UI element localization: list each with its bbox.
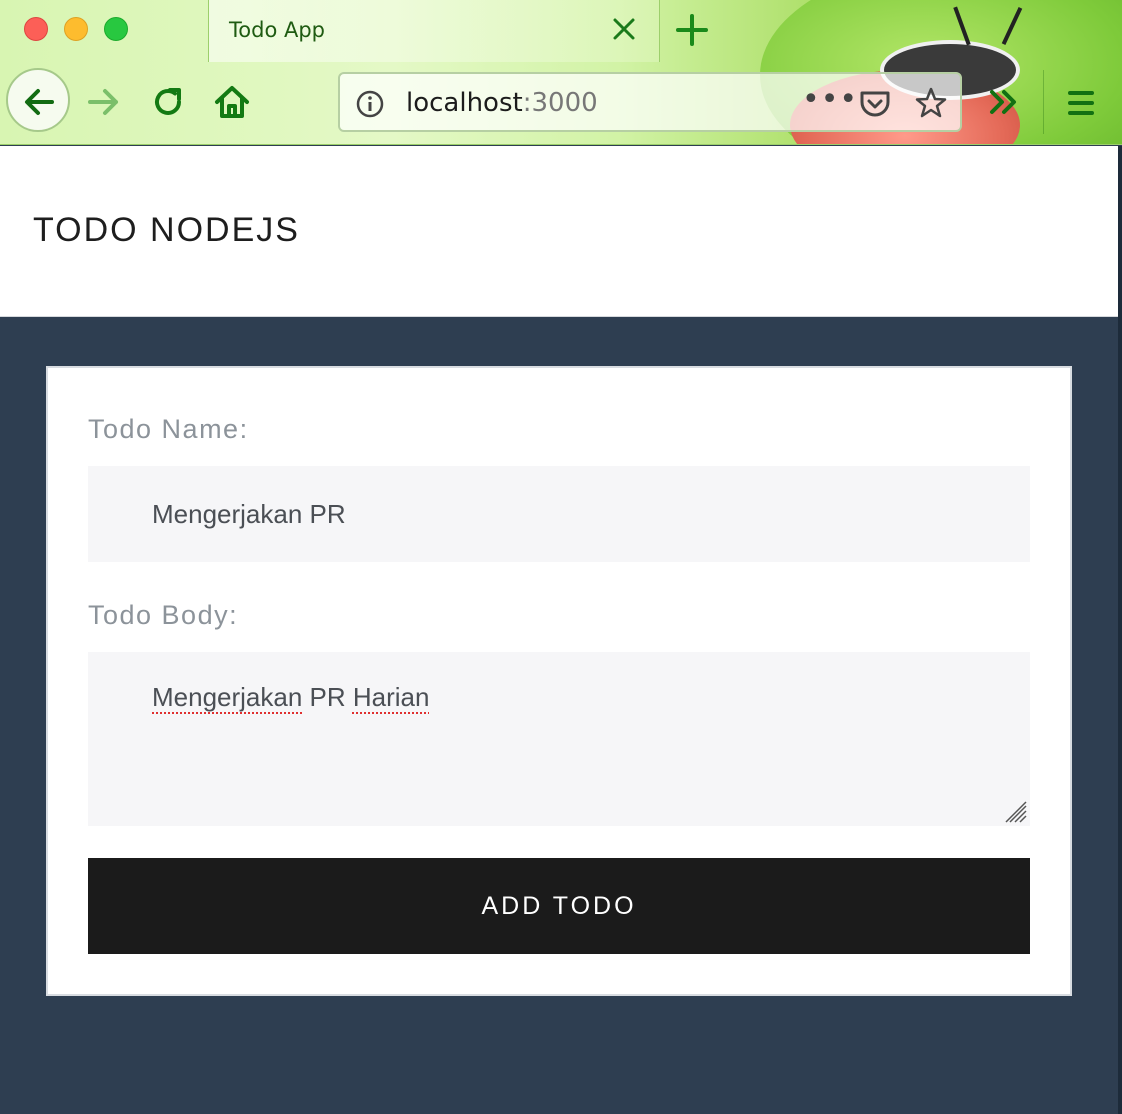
forward-arrow-icon[interactable] <box>84 82 124 122</box>
hamburger-menu-icon[interactable] <box>1062 84 1102 124</box>
window-close-button[interactable] <box>24 17 48 41</box>
window-minimize-button[interactable] <box>64 17 88 41</box>
textarea-word: Mengerjakan <box>152 682 303 712</box>
page-title: TODO NODEJS <box>33 211 300 249</box>
resize-grip-icon[interactable] <box>1004 800 1028 824</box>
tab-todo-app[interactable]: Todo App <box>208 0 660 62</box>
address-bar[interactable]: localhost:3000 ••• <box>338 72 962 132</box>
url-host: localhost <box>406 88 523 118</box>
browser-chrome: Todo App localhost:3000 ••• <box>0 0 1122 145</box>
toolbar-separator <box>1043 70 1044 134</box>
todo-name-input[interactable]: Mengerjakan PR <box>88 466 1030 562</box>
back-button[interactable] <box>6 68 70 132</box>
todo-form-card: Todo Name: Mengerjakan PR Todo Body: Men… <box>46 366 1072 996</box>
window-maximize-button[interactable] <box>104 17 128 41</box>
page-actions-button[interactable]: ••• <box>802 82 858 117</box>
pocket-icon[interactable] <box>858 88 892 120</box>
tab-bar: Todo App <box>0 0 1122 62</box>
page-header: TODO NODEJS <box>0 146 1118 317</box>
close-icon[interactable] <box>609 12 639 46</box>
textarea-word: Harian <box>352 682 430 712</box>
url-text[interactable]: localhost:3000 <box>406 88 598 118</box>
textarea-word: PR <box>302 682 353 712</box>
add-todo-button[interactable]: ADD TODO <box>88 858 1030 954</box>
home-icon[interactable] <box>212 82 252 122</box>
todo-name-label: Todo Name: <box>88 414 249 444</box>
plus-icon[interactable] <box>672 8 712 52</box>
navigation-toolbar: localhost:3000 ••• <box>0 62 1122 144</box>
todo-body-label: Todo Body: <box>88 600 239 630</box>
url-port: :3000 <box>522 88 598 118</box>
star-icon[interactable] <box>914 86 948 120</box>
info-icon[interactable] <box>356 90 384 118</box>
back-arrow-icon <box>25 89 54 115</box>
window-edge <box>1118 146 1122 1114</box>
reload-icon[interactable] <box>148 82 188 122</box>
tab-title: Todo App <box>229 18 325 42</box>
double-chevron-icon[interactable] <box>986 82 1026 122</box>
todo-body-textarea[interactable]: Mengerjakan PR Harian <box>88 652 1030 826</box>
